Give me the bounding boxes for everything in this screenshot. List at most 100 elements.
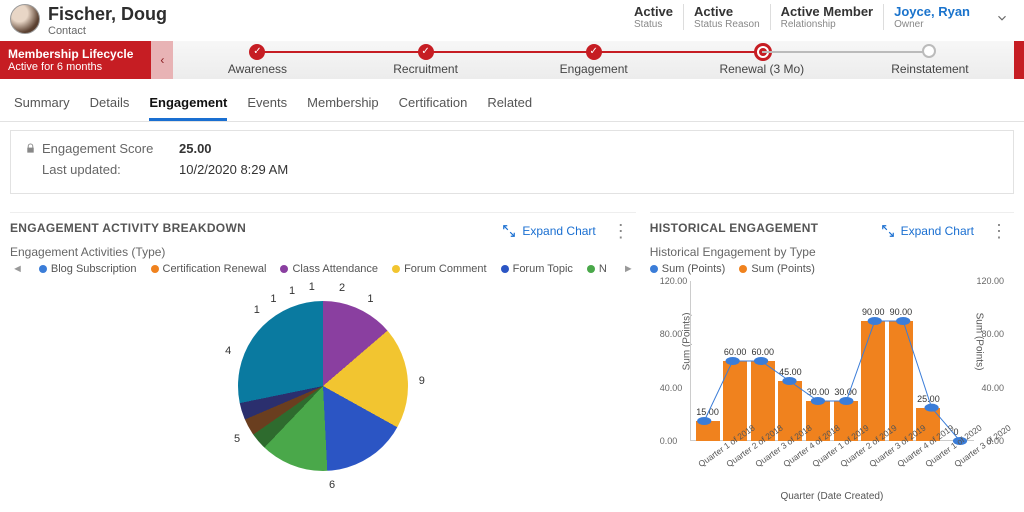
legend-item[interactable]: Sum (Points) bbox=[739, 263, 815, 275]
header-field: ActiveStatus bbox=[624, 4, 683, 30]
avatar bbox=[10, 4, 40, 34]
title-block: Fischer, Doug Contact bbox=[48, 4, 624, 37]
stages: ✓Awareness✓Recruitment✓Engagement Renewal… bbox=[173, 41, 1014, 79]
stage-renewal-mo-[interactable]: Renewal (3 Mo) bbox=[678, 41, 846, 79]
card2-title: HISTORICAL ENGAGEMENT bbox=[650, 221, 819, 235]
tab-engagement[interactable]: Engagement bbox=[149, 85, 227, 121]
y-tick-label: 120.00 bbox=[660, 276, 688, 286]
y-tick-label: 40.00 bbox=[660, 383, 683, 393]
process-bar: Membership Lifecycle Active for 6 months… bbox=[0, 41, 1024, 79]
card2-more-button[interactable]: ⋮ bbox=[984, 222, 1014, 240]
y-tick-label: 40.00 bbox=[981, 383, 1004, 393]
stage-label: Awareness bbox=[228, 62, 287, 76]
line-overlay bbox=[690, 281, 974, 441]
expand-chart-button-2[interactable]: Expand Chart bbox=[881, 224, 974, 238]
bar-line-chart: Sum (Points) Sum (Points) 15.0060.0060.0… bbox=[690, 281, 974, 491]
card2-legend: Sum (Points) Sum (Points) bbox=[650, 263, 1014, 275]
stage-recruitment[interactable]: ✓Recruitment bbox=[342, 41, 510, 79]
historical-engagement-card: HISTORICAL ENGAGEMENT Expand Chart ⋮ His… bbox=[650, 212, 1014, 502]
pie-slice-label: 9 bbox=[419, 375, 425, 387]
stage-engagement[interactable]: ✓Engagement bbox=[510, 41, 678, 79]
y-tick-label: 80.00 bbox=[660, 329, 683, 339]
x-labels: Quarter 1 of 2018Quarter 2 of 2018Quarte… bbox=[690, 441, 974, 491]
stage-label: Engagement bbox=[560, 62, 628, 76]
header-expand-toggle[interactable] bbox=[990, 6, 1014, 30]
stage-indicator bbox=[922, 44, 936, 58]
card1-title: ENGAGEMENT ACTIVITY BREAKDOWN bbox=[10, 221, 246, 235]
x-tick-label: Quarter 1 of 2018 bbox=[696, 447, 721, 469]
stage-label: Reinstatement bbox=[891, 62, 968, 76]
header-field: ActiveStatus Reason bbox=[683, 4, 770, 30]
score-label: Engagement Score bbox=[25, 141, 155, 156]
header-field: Active MemberRelationship bbox=[770, 4, 883, 30]
card1-legend: ◄ Blog Subscription Certification Renewal C… bbox=[10, 263, 636, 275]
score-value: 25.00 bbox=[179, 141, 212, 156]
y-tick-label: 120.00 bbox=[976, 276, 1004, 286]
tabs: Summary Details Engagement Events Membership… bbox=[0, 85, 1024, 122]
tab-details[interactable]: Details bbox=[90, 85, 130, 121]
stage-awareness[interactable]: ✓Awareness bbox=[173, 41, 341, 79]
y-tick-label: 80.00 bbox=[981, 329, 1004, 339]
legend-item[interactable]: Forum Comment bbox=[392, 263, 487, 275]
stage-reinstatement[interactable]: Reinstatement bbox=[846, 41, 1014, 79]
pie-slice-label: 4 bbox=[225, 345, 231, 357]
header-fields: ActiveStatusActiveStatus ReasonActive Me… bbox=[624, 4, 980, 30]
tab-events[interactable]: Events bbox=[247, 85, 287, 121]
pie-graphic bbox=[238, 301, 408, 471]
tab-related[interactable]: Related bbox=[487, 85, 532, 121]
pie-slice-label: 5 bbox=[234, 433, 240, 445]
y-axis-title-right: Sum (Points) bbox=[974, 313, 985, 371]
y-tick-label: 0.00 bbox=[986, 436, 1004, 446]
tab-certification[interactable]: Certification bbox=[399, 85, 468, 121]
y-tick-label: 0.00 bbox=[660, 436, 678, 446]
legend-item[interactable]: Blog Subscription bbox=[39, 263, 137, 275]
pie-slice-label: 1 bbox=[270, 293, 276, 305]
record-header: Fischer, Doug Contact ActiveStatusActive… bbox=[0, 0, 1024, 37]
updated-value: 10/2/2020 8:29 AM bbox=[179, 162, 288, 177]
header-field-label: Status bbox=[634, 19, 673, 30]
process-end-indicator bbox=[1014, 41, 1024, 79]
process-name: Membership Lifecycle bbox=[8, 47, 133, 61]
charts-row: ENGAGEMENT ACTIVITY BREAKDOWN Expand Cha… bbox=[0, 212, 1024, 512]
header-field: Joyce, RyanOwner bbox=[883, 4, 980, 30]
record-name: Fischer, Doug bbox=[48, 4, 624, 25]
updated-label: Last updated: bbox=[25, 162, 155, 177]
activity-breakdown-card: ENGAGEMENT ACTIVITY BREAKDOWN Expand Cha… bbox=[10, 212, 636, 502]
pie-slice-label: 1 bbox=[367, 293, 373, 305]
header-field-label: Owner bbox=[894, 19, 970, 30]
engagement-score-card: Engagement Score 25.00 Last updated: 10/… bbox=[10, 130, 1014, 194]
stage-label: Renewal (3 Mo) bbox=[719, 62, 804, 76]
process-collapse-button[interactable]: ‹ bbox=[151, 41, 173, 79]
header-field-label: Relationship bbox=[781, 19, 873, 30]
expand-icon bbox=[881, 224, 895, 238]
header-field-value[interactable]: Joyce, Ryan bbox=[894, 4, 970, 19]
legend-item[interactable]: N bbox=[587, 263, 607, 275]
pie-slice-label: 1 bbox=[309, 281, 315, 293]
legend-next[interactable]: ► bbox=[621, 263, 636, 275]
header-field-value: Active bbox=[634, 4, 673, 19]
legend-prev[interactable]: ◄ bbox=[10, 263, 25, 275]
legend-item[interactable]: Certification Renewal bbox=[151, 263, 267, 275]
card2-subtitle: Historical Engagement by Type bbox=[650, 245, 1014, 259]
legend-item[interactable]: Forum Topic bbox=[501, 263, 573, 275]
x-axis-title: Quarter (Date Created) bbox=[650, 491, 1014, 502]
tab-membership[interactable]: Membership bbox=[307, 85, 379, 121]
process-duration: Active for 6 months bbox=[8, 61, 133, 73]
header-field-value: Active bbox=[694, 4, 760, 19]
lock-icon bbox=[25, 143, 36, 154]
expand-icon bbox=[502, 224, 516, 238]
pie-slice-label: 2 bbox=[339, 282, 345, 294]
pie-slice-label: 1 bbox=[254, 304, 260, 316]
pie-chart: 2196541111 bbox=[218, 281, 428, 491]
legend-item[interactable]: Class Attendance bbox=[280, 263, 378, 275]
expand-chart-button-1[interactable]: Expand Chart bbox=[502, 224, 595, 238]
process-label[interactable]: Membership Lifecycle Active for 6 months bbox=[0, 41, 151, 79]
x-tick-label: Quarter 3 of 2020 bbox=[952, 447, 977, 469]
x-tick-label: Quarter 3 of 2018 bbox=[753, 447, 778, 469]
card1-subtitle: Engagement Activities (Type) bbox=[10, 245, 636, 259]
legend-item[interactable]: Sum (Points) bbox=[650, 263, 726, 275]
tab-summary[interactable]: Summary bbox=[14, 85, 70, 121]
x-tick-label: Quarter 1 of 2019 bbox=[810, 447, 835, 469]
card1-more-button[interactable]: ⋮ bbox=[606, 222, 636, 240]
pie-slice-label: 1 bbox=[289, 285, 295, 297]
